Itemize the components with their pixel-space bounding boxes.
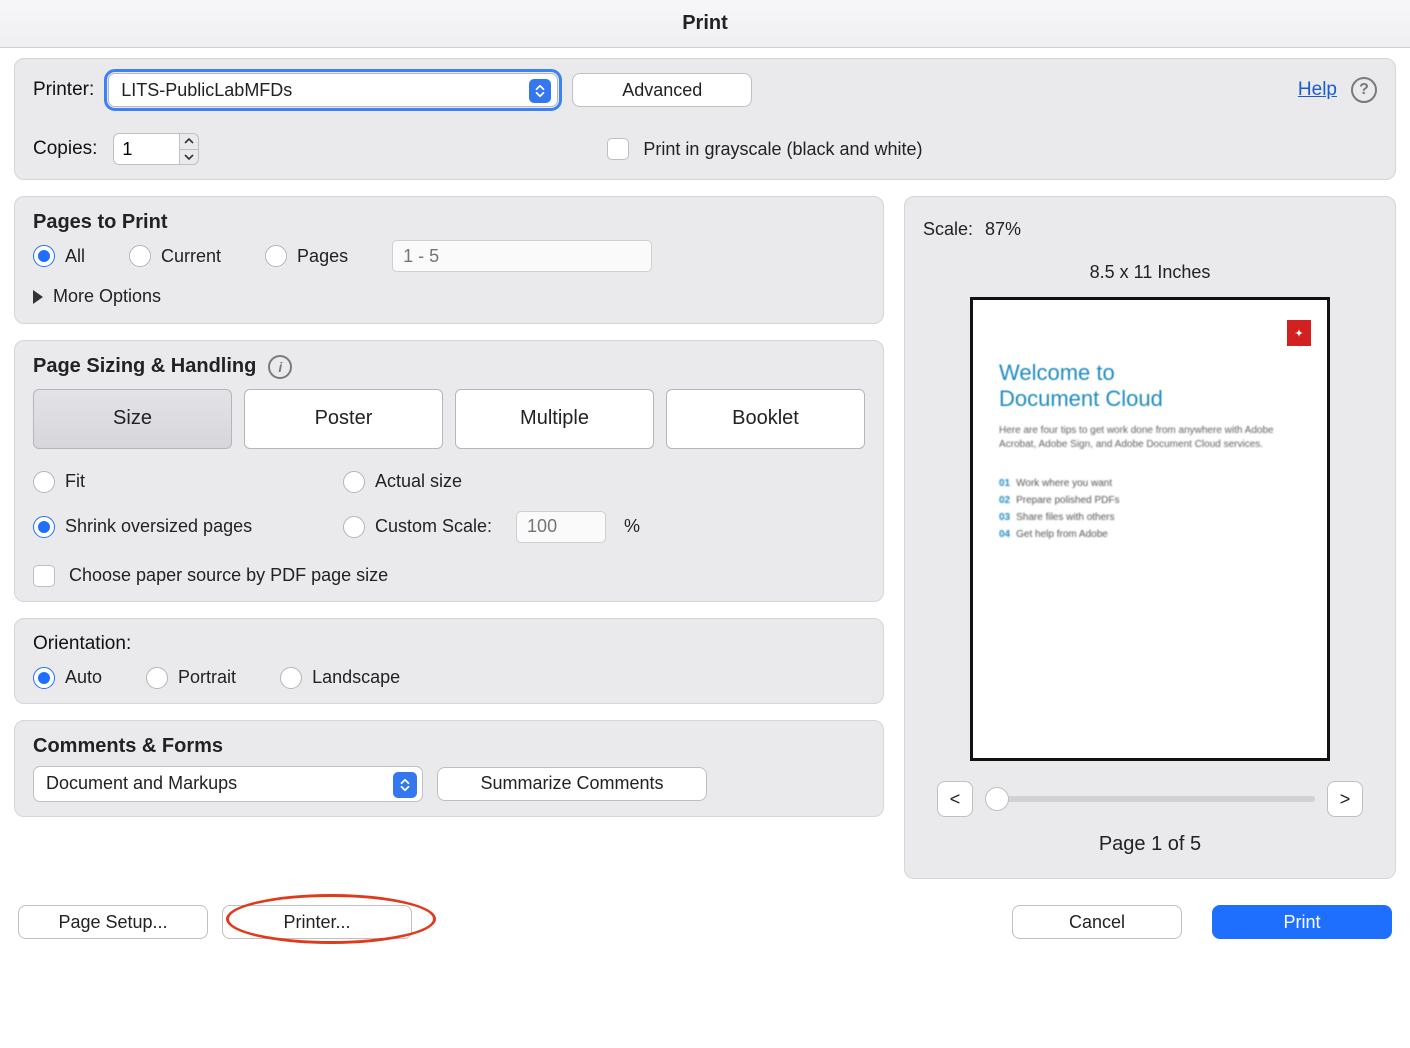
- copies-stepper[interactable]: [113, 133, 199, 165]
- radio-icon: [33, 245, 55, 267]
- shrink-label: Shrink oversized pages: [65, 516, 252, 537]
- custom-scale-unit: %: [624, 516, 640, 537]
- actual-size-option[interactable]: Actual size: [343, 471, 462, 493]
- paper-size-label: 8.5 x 11 Inches: [923, 262, 1377, 283]
- triangle-right-icon: [33, 290, 43, 304]
- preview-list-item: 01Work where you want: [999, 478, 1301, 489]
- preview-list-item: 02Prepare polished PDFs: [999, 495, 1301, 506]
- comments-title: Comments & Forms: [33, 735, 865, 758]
- page-sizing-title: Page Sizing & Handling: [33, 355, 256, 378]
- pages-all-label: All: [65, 246, 85, 267]
- radio-icon: [129, 245, 151, 267]
- copies-label: Copies:: [33, 138, 97, 160]
- custom-scale-label: Custom Scale:: [375, 516, 492, 537]
- page-preview: ✦ Welcome to Document Cloud Here are fou…: [970, 297, 1330, 761]
- orientation-portrait-label: Portrait: [178, 667, 236, 688]
- prev-page-button[interactable]: <: [937, 781, 973, 817]
- radio-icon: [265, 245, 287, 267]
- preview-panel: Scale: 87% 8.5 x 11 Inches ✦ Welcome to …: [904, 196, 1396, 879]
- radio-icon: [33, 471, 55, 493]
- seg-size[interactable]: Size: [33, 389, 232, 449]
- seg-booklet[interactable]: Booklet: [666, 389, 865, 449]
- help-link[interactable]: Help: [1298, 79, 1337, 101]
- fit-label: Fit: [65, 471, 85, 492]
- seg-poster[interactable]: Poster: [244, 389, 443, 449]
- orientation-title: Orientation:: [33, 633, 865, 655]
- pages-current-option[interactable]: Current: [129, 245, 221, 267]
- print-button[interactable]: Print: [1212, 905, 1392, 939]
- seg-multiple[interactable]: Multiple: [455, 389, 654, 449]
- page-sizing-panel: Page Sizing & Handling i Size Poster Mul…: [14, 340, 884, 602]
- orientation-auto[interactable]: Auto: [33, 667, 102, 689]
- chevron-updown-icon: [529, 79, 551, 103]
- scale-label: Scale:: [923, 219, 973, 240]
- dialog-title: Print: [0, 0, 1410, 48]
- chevron-up-icon[interactable]: [180, 134, 198, 150]
- shrink-option[interactable]: Shrink oversized pages: [33, 516, 283, 538]
- radio-icon: [33, 667, 55, 689]
- adobe-logo-icon: ✦: [1287, 320, 1311, 346]
- actual-size-label: Actual size: [375, 471, 462, 492]
- pages-to-print-panel: Pages to Print All Current Pages: [14, 196, 884, 324]
- page-indicator: Page 1 of 5: [923, 833, 1377, 856]
- advanced-button[interactable]: Advanced: [572, 73, 752, 107]
- radio-icon: [146, 667, 168, 689]
- radio-icon: [280, 667, 302, 689]
- radio-icon: [343, 516, 365, 538]
- cancel-button[interactable]: Cancel: [1012, 905, 1182, 939]
- more-options-disclosure[interactable]: More Options: [33, 286, 161, 307]
- paper-source-label: Choose paper source by PDF page size: [69, 565, 388, 586]
- page-setup-button[interactable]: Page Setup...: [18, 905, 208, 939]
- printer-select-value: LITS-PublicLabMFDs: [121, 80, 292, 101]
- preview-doc-title-line2: Document Cloud: [999, 386, 1163, 411]
- orientation-landscape[interactable]: Landscape: [280, 667, 400, 689]
- printer-button[interactable]: Printer...: [222, 905, 412, 939]
- custom-scale-option[interactable]: Custom Scale: %: [343, 511, 640, 543]
- preview-doc-title-line1: Welcome to: [999, 360, 1115, 385]
- pages-range-label: Pages: [297, 246, 348, 267]
- preview-list-item: 03Share files with others: [999, 512, 1301, 523]
- slider-thumb[interactable]: [985, 787, 1009, 811]
- summarize-comments-button[interactable]: Summarize Comments: [437, 767, 707, 801]
- printer-settings-panel: Printer: LITS-PublicLabMFDs Advanced Hel…: [14, 58, 1396, 180]
- preview-list-item: 04Get help from Adobe: [999, 529, 1301, 540]
- orientation-auto-label: Auto: [65, 667, 102, 688]
- custom-scale-input[interactable]: [516, 511, 606, 543]
- next-page-button[interactable]: >: [1327, 781, 1363, 817]
- orientation-panel: Orientation: Auto Portrait Landscape: [14, 618, 884, 704]
- pages-range-option[interactable]: Pages: [265, 245, 348, 267]
- chevron-down-icon[interactable]: [180, 150, 198, 165]
- pages-range-input[interactable]: [392, 240, 652, 272]
- printer-select[interactable]: LITS-PublicLabMFDs: [108, 73, 558, 107]
- scale-value: 87%: [985, 219, 1021, 240]
- printer-label: Printer:: [33, 79, 94, 101]
- radio-icon: [33, 516, 55, 538]
- comments-select-value: Document and Markups: [46, 773, 237, 794]
- info-icon[interactable]: i: [268, 355, 292, 379]
- orientation-portrait[interactable]: Portrait: [146, 667, 236, 689]
- preview-doc-subtitle: Here are four tips to get work done from…: [999, 424, 1301, 452]
- copies-input[interactable]: [113, 133, 179, 165]
- chevron-updown-icon: [393, 772, 417, 798]
- zoom-slider[interactable]: [985, 796, 1315, 802]
- help-icon[interactable]: ?: [1351, 77, 1377, 103]
- pages-current-label: Current: [161, 246, 221, 267]
- orientation-landscape-label: Landscape: [312, 667, 400, 688]
- grayscale-label: Print in grayscale (black and white): [643, 139, 922, 160]
- paper-source-checkbox[interactable]: [33, 565, 55, 587]
- fit-option[interactable]: Fit: [33, 471, 283, 493]
- pages-to-print-title: Pages to Print: [33, 211, 865, 234]
- comments-select[interactable]: Document and Markups: [33, 766, 423, 802]
- radio-icon: [343, 471, 365, 493]
- comments-forms-panel: Comments & Forms Document and Markups Su…: [14, 720, 884, 817]
- more-options-label: More Options: [53, 286, 161, 307]
- pages-all-option[interactable]: All: [33, 245, 85, 267]
- grayscale-checkbox[interactable]: [607, 138, 629, 160]
